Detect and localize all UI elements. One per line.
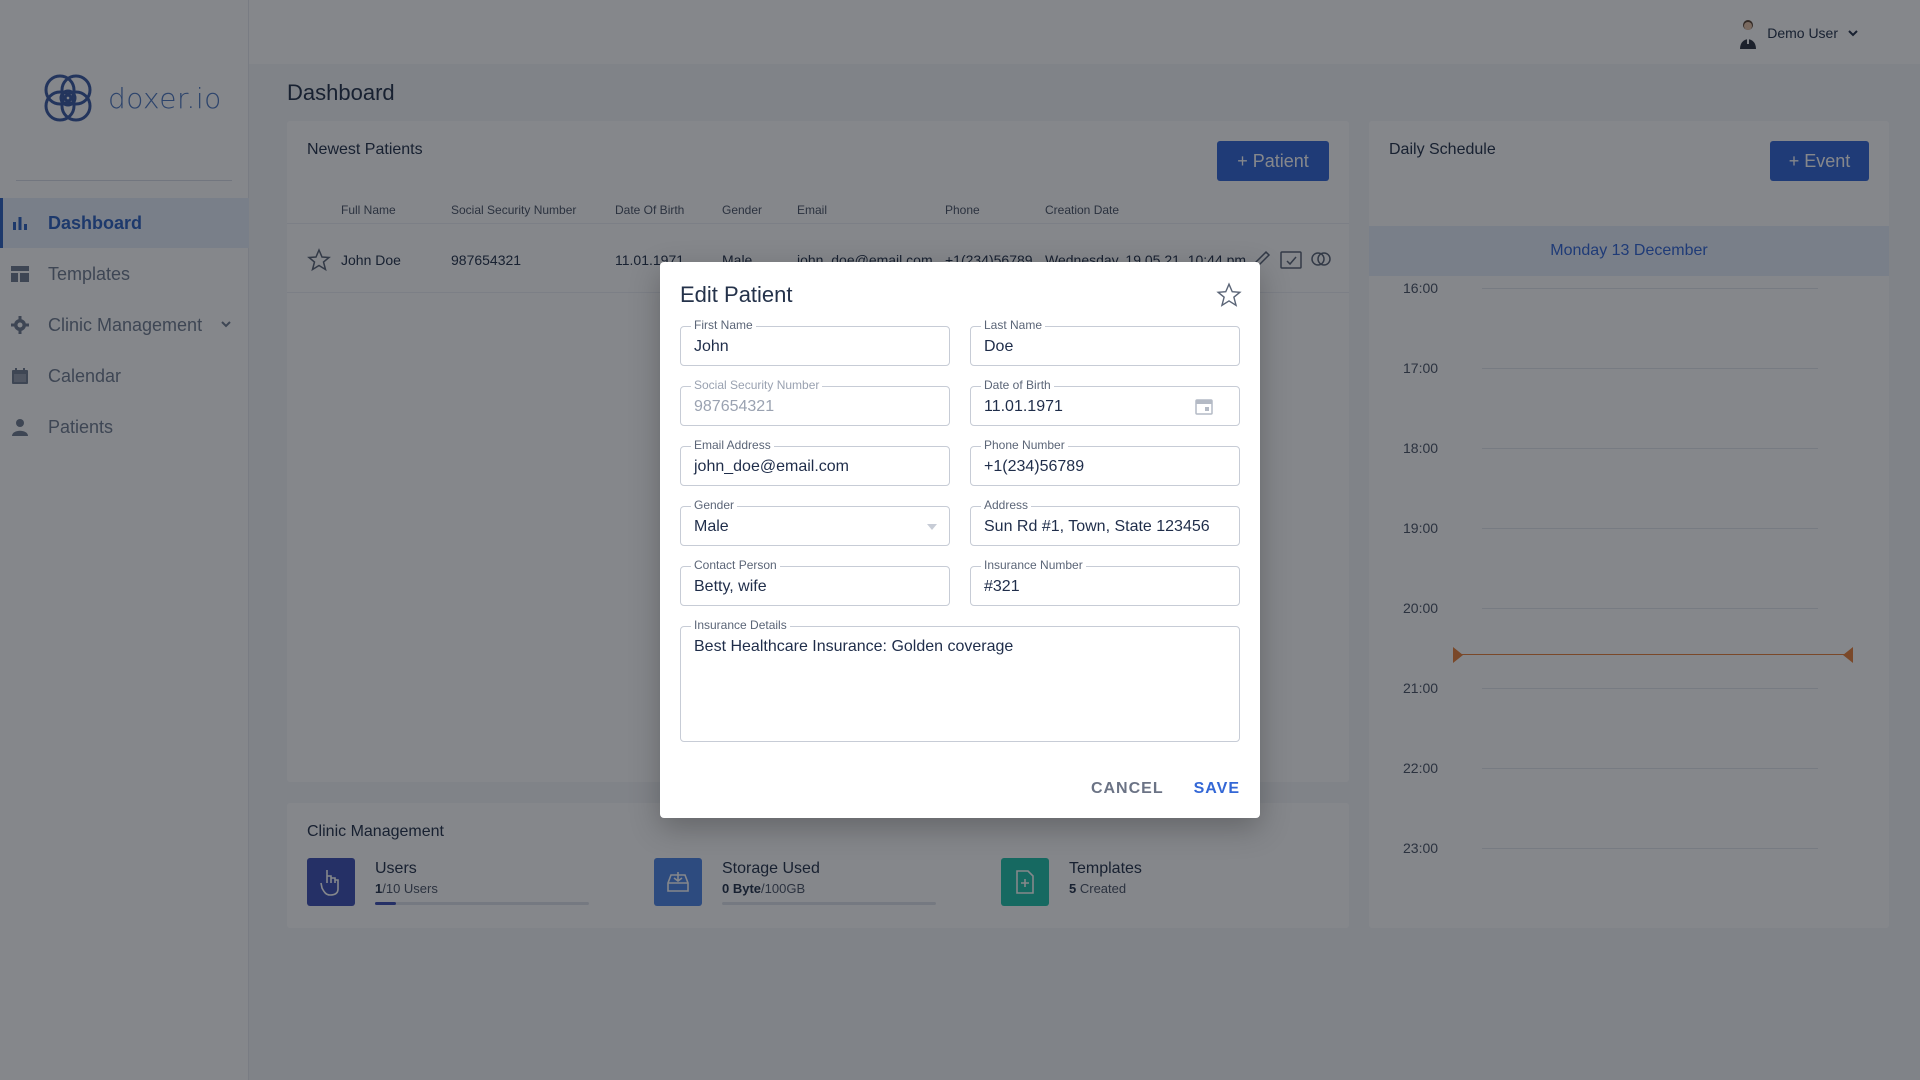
first-name-field[interactable]: First Name John xyxy=(680,318,950,366)
field-label: Social Security Number xyxy=(691,378,823,392)
field-value[interactable]: +1(234)56789 xyxy=(984,458,1084,476)
dialog-actions: CANCEL SAVE xyxy=(1091,780,1240,798)
edit-patient-dialog: Edit Patient First Name John Last Name D… xyxy=(660,262,1260,818)
field-value[interactable]: Male xyxy=(694,518,729,536)
field-value[interactable]: Sun Rd #1, Town, State 123456 xyxy=(984,518,1210,536)
field-value[interactable]: 11.01.1971 xyxy=(984,398,1063,416)
field-value[interactable]: Doe xyxy=(984,338,1013,356)
field-value[interactable]: John xyxy=(694,338,729,356)
field-label: First Name xyxy=(691,318,756,332)
last-name-field[interactable]: Last Name Doe xyxy=(970,318,1240,366)
field-value[interactable]: john_doe@email.com xyxy=(694,458,849,476)
dialog-title: Edit Patient xyxy=(680,282,793,307)
save-button[interactable]: SAVE xyxy=(1194,780,1240,798)
phone-field[interactable]: Phone Number +1(234)56789 xyxy=(970,438,1240,486)
field-label: Insurance Number xyxy=(981,558,1086,572)
address-field[interactable]: Address Sun Rd #1, Town, State 123456 xyxy=(970,498,1240,546)
field-value[interactable]: Best Healthcare Insurance: Golden covera… xyxy=(694,638,1013,656)
field-label: Email Address xyxy=(691,438,774,452)
field-label: Insurance Details xyxy=(691,618,790,632)
star-icon[interactable] xyxy=(1216,282,1242,308)
field-value[interactable]: #321 xyxy=(984,578,1020,596)
field-label: Gender xyxy=(691,498,738,512)
email-field[interactable]: Email Address john_doe@email.com xyxy=(680,438,950,486)
date-of-birth-field[interactable]: Date of Birth 11.01.1971 xyxy=(970,378,1240,426)
ssn-field: Social Security Number 987654321 xyxy=(680,378,950,426)
field-label: Contact Person xyxy=(691,558,780,572)
field-label: Date of Birth xyxy=(981,378,1054,392)
calendar-icon[interactable] xyxy=(1195,397,1213,415)
field-value: 987654321 xyxy=(694,398,775,415)
insurance-details-textarea[interactable]: Insurance Details Best Healthcare Insura… xyxy=(680,618,1240,742)
gender-select[interactable]: Gender Male xyxy=(680,498,950,546)
insurance-number-field[interactable]: Insurance Number #321 xyxy=(970,558,1240,606)
field-value[interactable]: Betty, wife xyxy=(694,578,767,596)
cancel-button[interactable]: CANCEL xyxy=(1091,780,1164,798)
field-label: Last Name xyxy=(981,318,1046,332)
contact-person-field[interactable]: Contact Person Betty, wife xyxy=(680,558,950,606)
caret-down-icon[interactable] xyxy=(927,524,937,530)
field-label: Phone Number xyxy=(981,438,1068,452)
field-label: Address xyxy=(981,498,1032,512)
